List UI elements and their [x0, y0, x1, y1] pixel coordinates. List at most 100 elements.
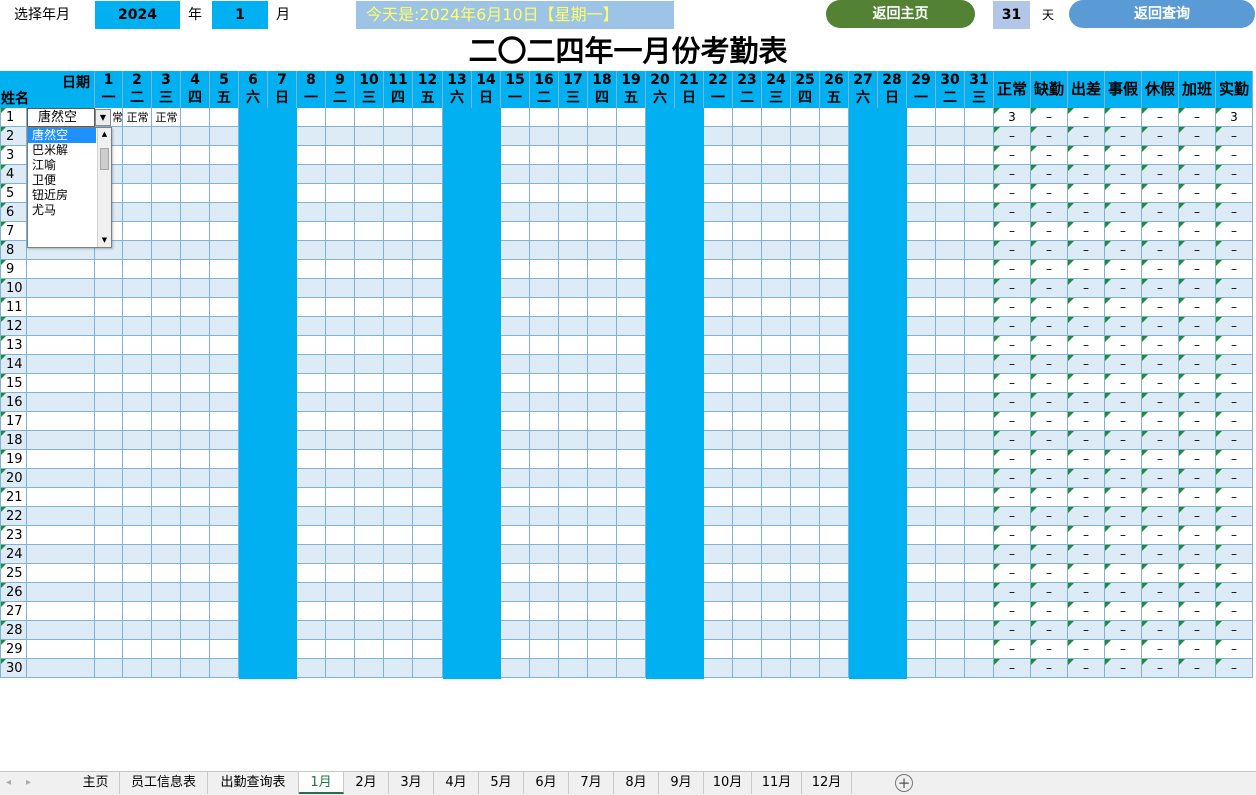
day-cell[interactable] — [95, 260, 123, 279]
day-cell[interactable] — [152, 450, 181, 469]
day-cell[interactable] — [820, 241, 849, 260]
day-cell[interactable] — [791, 431, 820, 450]
day-cell[interactable] — [384, 564, 413, 583]
day-cell[interactable] — [965, 602, 994, 621]
day-cell[interactable] — [936, 469, 965, 488]
day-cell[interactable] — [297, 146, 326, 165]
day-cell[interactable] — [762, 507, 791, 526]
day-cell[interactable] — [297, 450, 326, 469]
day-cell[interactable] — [384, 222, 413, 241]
day-cell[interactable] — [559, 583, 588, 602]
day-cell[interactable] — [733, 659, 762, 678]
day-cell[interactable] — [530, 640, 559, 659]
day-cell[interactable] — [965, 260, 994, 279]
day-cell[interactable] — [152, 279, 181, 298]
day-cell[interactable] — [384, 203, 413, 222]
day-cell[interactable] — [326, 374, 355, 393]
day-cell[interactable] — [123, 583, 152, 602]
day-cell[interactable] — [355, 640, 384, 659]
day-cell[interactable] — [762, 469, 791, 488]
day-cell[interactable] — [617, 108, 646, 127]
day-cell[interactable] — [762, 127, 791, 146]
day-cell[interactable] — [210, 545, 239, 564]
day-cell[interactable] — [762, 602, 791, 621]
day-cell[interactable] — [936, 545, 965, 564]
day-cell[interactable] — [704, 659, 733, 678]
day-cell[interactable] — [907, 260, 936, 279]
day-cell[interactable] — [762, 659, 791, 678]
day-cell[interactable] — [297, 298, 326, 317]
day-cell[interactable] — [413, 469, 443, 488]
dropdown-option[interactable]: 江喻 — [28, 158, 96, 173]
day-cell[interactable] — [413, 317, 443, 336]
day-cell[interactable] — [95, 431, 123, 450]
day-cell[interactable] — [733, 298, 762, 317]
day-cell[interactable] — [326, 450, 355, 469]
day-cell[interactable] — [210, 621, 239, 640]
day-cell[interactable] — [210, 450, 239, 469]
day-cell[interactable] — [936, 564, 965, 583]
day-cell[interactable] — [123, 260, 152, 279]
day-cell[interactable] — [791, 640, 820, 659]
day-cell[interactable] — [210, 146, 239, 165]
day-cell[interactable] — [907, 431, 936, 450]
day-cell[interactable] — [936, 659, 965, 678]
day-cell[interactable] — [355, 127, 384, 146]
day-cell[interactable] — [762, 355, 791, 374]
day-cell[interactable] — [588, 659, 617, 678]
day-cell[interactable] — [297, 336, 326, 355]
day-cell[interactable] — [704, 488, 733, 507]
day-cell[interactable] — [123, 355, 152, 374]
day-cell[interactable] — [152, 203, 181, 222]
day-cell[interactable] — [355, 203, 384, 222]
dropdown-option[interactable]: 钮近房 — [28, 188, 96, 203]
name-dropdown-list[interactable]: 唐然空 巴米解 江喻 卫便 钮近房 尤马 ▲ ▼ — [27, 127, 112, 248]
day-cell[interactable] — [297, 583, 326, 602]
day-cell[interactable] — [617, 165, 646, 184]
day-cell[interactable] — [95, 621, 123, 640]
day-cell[interactable] — [384, 393, 413, 412]
day-cell[interactable] — [326, 127, 355, 146]
day-cell[interactable] — [559, 488, 588, 507]
day-cell[interactable] — [530, 374, 559, 393]
sheet-tab-5[interactable]: 3月 — [389, 772, 434, 794]
day-cell[interactable] — [965, 355, 994, 374]
day-cell[interactable] — [820, 127, 849, 146]
day-cell[interactable] — [413, 146, 443, 165]
day-cell[interactable] — [733, 222, 762, 241]
day-cell[interactable] — [617, 583, 646, 602]
day-cell[interactable] — [210, 488, 239, 507]
day-cell[interactable] — [501, 450, 530, 469]
day-cell[interactable] — [820, 184, 849, 203]
day-cell[interactable] — [791, 184, 820, 203]
day-cell[interactable] — [95, 545, 123, 564]
day-cell[interactable] — [181, 108, 210, 127]
day-cell[interactable] — [820, 469, 849, 488]
day-cell[interactable] — [95, 450, 123, 469]
day-cell[interactable] — [152, 412, 181, 431]
day-cell[interactable] — [965, 412, 994, 431]
day-cell[interactable] — [965, 298, 994, 317]
day-cell[interactable] — [152, 241, 181, 260]
day-cell[interactable] — [907, 298, 936, 317]
day-cell[interactable] — [791, 374, 820, 393]
day-cell[interactable] — [559, 602, 588, 621]
day-cell[interactable] — [501, 469, 530, 488]
day-cell[interactable] — [181, 412, 210, 431]
day-cell[interactable] — [210, 640, 239, 659]
day-cell[interactable] — [181, 146, 210, 165]
day-cell[interactable] — [733, 127, 762, 146]
day-cell[interactable] — [326, 108, 355, 127]
day-cell[interactable] — [936, 260, 965, 279]
day-cell[interactable] — [588, 450, 617, 469]
day-cell[interactable] — [355, 659, 384, 678]
day-cell[interactable] — [559, 412, 588, 431]
day-cell[interactable] — [588, 507, 617, 526]
day-cell[interactable] — [530, 260, 559, 279]
day-cell[interactable] — [820, 431, 849, 450]
day-cell[interactable] — [326, 260, 355, 279]
day-cell[interactable] — [326, 659, 355, 678]
name-cell[interactable] — [27, 640, 95, 659]
day-cell[interactable] — [181, 355, 210, 374]
day-cell[interactable] — [181, 431, 210, 450]
